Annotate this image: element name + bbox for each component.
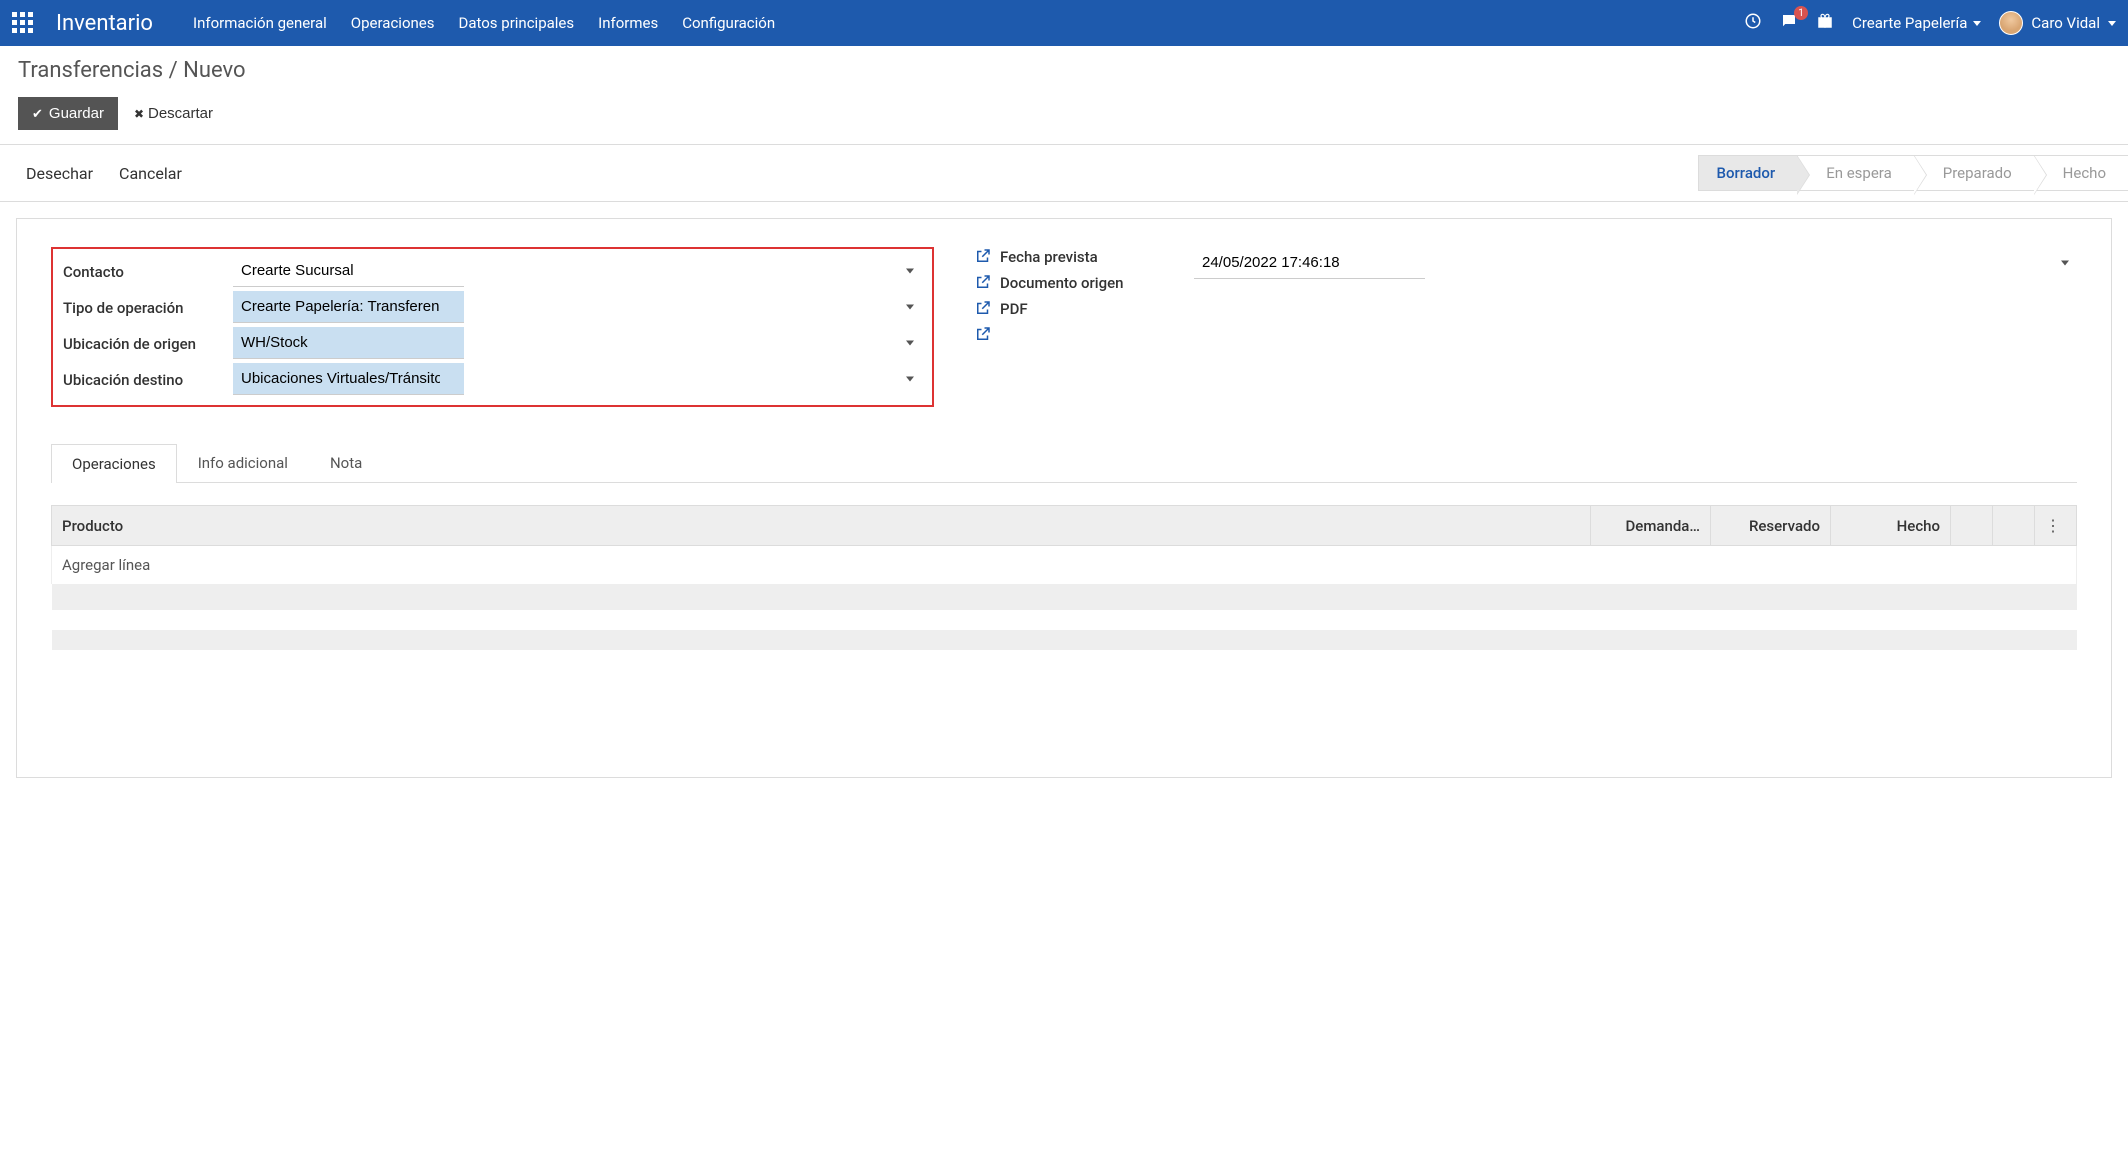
avatar [1999, 11, 2023, 35]
chevron-down-icon [2061, 261, 2069, 266]
nav-right: 1 Crearte Papelería Caro Vidal [1744, 11, 2116, 35]
chevron-down-icon [2108, 21, 2116, 26]
operations-table: Producto Demanda… Reservado Hecho Agrega… [51, 505, 2077, 650]
external-link-icon[interactable] [974, 247, 992, 269]
chat-icon[interactable]: 1 [1780, 12, 1798, 34]
breadcrumb-text: Transferencias / Nuevo [18, 58, 246, 83]
th-producto[interactable]: Producto [52, 506, 1591, 546]
breadcrumb: Transferencias / Nuevo [0, 46, 2128, 91]
ubicacion-origen-input[interactable] [233, 327, 464, 359]
user-menu[interactable]: Caro Vidal [1999, 11, 2116, 35]
nav-menu-item[interactable]: Informes [598, 14, 658, 32]
company-switcher[interactable]: Crearte Papelería [1852, 14, 1981, 32]
th-kebab[interactable] [2035, 506, 2077, 546]
th-empty2 [1993, 506, 2035, 546]
field-contacto: Contacto [63, 255, 922, 287]
close-icon [134, 105, 144, 122]
statusbar-row: Desechar Cancelar Borrador En espera Pre… [0, 145, 2128, 202]
check-icon [32, 105, 43, 122]
tab-nota[interactable]: Nota [309, 443, 383, 482]
action-bar: Guardar Descartar [0, 91, 2128, 145]
th-hecho[interactable]: Hecho [1831, 506, 1951, 546]
th-demanda[interactable]: Demanda… [1591, 506, 1711, 546]
apps-icon[interactable] [12, 12, 34, 34]
chat-badge: 1 [1794, 6, 1808, 20]
th-reservado[interactable]: Reservado [1711, 506, 1831, 546]
nav-menu-item[interactable]: Configuración [682, 14, 775, 32]
form-grid: Contacto Tipo de operación [51, 247, 2077, 407]
nav-menu-item[interactable]: Operaciones [351, 14, 435, 32]
field-ubicacion-origen: Ubicación de origen [63, 327, 922, 359]
status-step-borrador[interactable]: Borrador [1698, 155, 1798, 191]
tab-operaciones[interactable]: Operaciones [51, 444, 177, 483]
header-actions: Desechar Cancelar [26, 164, 182, 183]
form-left-col: Contacto Tipo de operación [51, 247, 934, 407]
nav-menus: Información general Operaciones Datos pr… [193, 14, 1744, 32]
field-label: Ubicación destino [63, 363, 233, 391]
field-fecha-prevista [1194, 247, 2077, 279]
company-name: Crearte Papelería [1852, 14, 1967, 32]
cancel-button[interactable]: Cancelar [119, 164, 182, 183]
fecha-prevista-input[interactable] [1194, 247, 1425, 279]
tabs: Operaciones Info adicional Nota [51, 443, 2077, 483]
external-link-icon[interactable] [974, 325, 992, 347]
nav-menu-item[interactable]: Datos principales [458, 14, 574, 32]
field-label: PDF [1000, 300, 1028, 320]
table-gap [52, 610, 2077, 630]
tipo-operacion-input[interactable] [233, 291, 464, 323]
clock-icon[interactable] [1744, 12, 1762, 34]
form-right-col [1194, 247, 2077, 407]
field-tipo-operacion: Tipo de operación [63, 291, 922, 323]
discard-button[interactable]: Descartar [134, 105, 213, 122]
save-button[interactable]: Guardar [18, 97, 118, 130]
form-mid-col: Fecha prevista Documento origen PDF [974, 247, 1154, 407]
highlight-box: Contacto Tipo de operación [51, 247, 934, 407]
add-line-row[interactable]: Agregar línea [52, 546, 2077, 585]
external-link-icon[interactable] [974, 299, 992, 321]
form-sheet: Contacto Tipo de operación [16, 218, 2112, 778]
status-step-preparado[interactable]: Preparado [1914, 155, 2034, 191]
statusbar: Borrador En espera Preparado Hecho [1698, 155, 2128, 191]
field-label: Fecha prevista [1000, 248, 1098, 268]
th-empty1 [1951, 506, 1993, 546]
gift-icon[interactable] [1816, 12, 1834, 34]
chevron-down-icon [906, 341, 914, 346]
contacto-input[interactable] [233, 255, 464, 287]
external-link-icon[interactable] [974, 273, 992, 295]
table-footer [52, 630, 2077, 650]
chevron-down-icon [906, 305, 914, 310]
discard-label: Descartar [148, 105, 213, 122]
sheet-wrap: Contacto Tipo de operación [0, 202, 2128, 794]
nav-menu-item[interactable]: Información general [193, 14, 327, 32]
table-spacer [52, 584, 2077, 610]
status-step-en-espera[interactable]: En espera [1797, 155, 1914, 191]
field-label: Ubicación de origen [63, 327, 233, 355]
scrap-button[interactable]: Desechar [26, 164, 93, 183]
tab-info-adicional[interactable]: Info adicional [177, 443, 309, 482]
chevron-down-icon [906, 377, 914, 382]
field-label: Contacto [63, 255, 233, 283]
kebab-icon [2045, 516, 2049, 535]
status-step-hecho[interactable]: Hecho [2034, 155, 2128, 191]
user-name: Caro Vidal [2031, 14, 2100, 32]
chevron-down-icon [1973, 21, 1981, 26]
add-line-label: Agregar línea [52, 546, 2077, 585]
ubicacion-destino-input[interactable] [233, 363, 464, 395]
brand-title[interactable]: Inventario [56, 11, 153, 36]
field-ubicacion-destino: Ubicación destino [63, 363, 922, 395]
chevron-down-icon [906, 269, 914, 274]
field-label: Tipo de operación [63, 291, 233, 319]
field-label: Documento origen [1000, 274, 1124, 294]
top-navbar: Inventario Información general Operacion… [0, 0, 2128, 46]
save-label: Guardar [49, 105, 104, 122]
